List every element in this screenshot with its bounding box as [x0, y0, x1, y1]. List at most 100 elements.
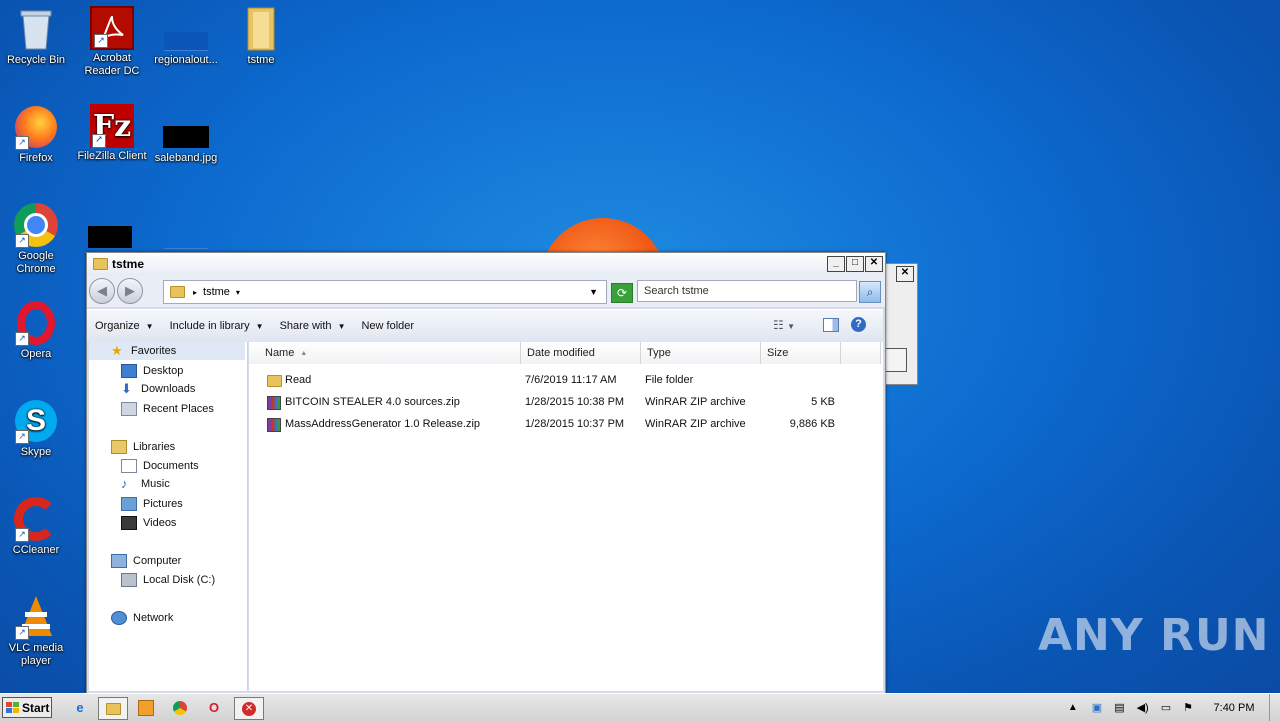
new-folder-button[interactable]: New folder — [353, 320, 422, 332]
share-with-button[interactable]: Share with ▼ — [272, 320, 354, 332]
address-dropdown-icon[interactable]: ▼ — [589, 287, 598, 297]
windows-flag-icon — [6, 702, 19, 713]
nav-label: Recent Places — [143, 403, 214, 415]
new-folder-label: New folder — [361, 320, 415, 332]
media-player-icon[interactable] — [132, 697, 160, 718]
desktop-icon-label: saleband.jpg — [154, 152, 218, 164]
computer-icon — [111, 554, 127, 568]
nav-pictures[interactable]: Pictures — [121, 497, 183, 511]
column-header-type[interactable]: Type — [641, 342, 761, 364]
winrar-zip-icon — [267, 418, 281, 432]
videos-icon — [121, 516, 137, 530]
view-options-icon[interactable]: ☷ ▼ — [773, 318, 795, 332]
volume-icon[interactable]: ◀) — [1137, 701, 1149, 714]
refresh-icon[interactable]: ⟳ — [611, 283, 633, 303]
nav-documents[interactable]: Documents — [121, 459, 199, 473]
file-type: File folder — [645, 374, 694, 386]
shortcut-arrow-icon: ↗ — [15, 234, 29, 248]
column-header-date-modified[interactable]: Date modified — [521, 342, 641, 364]
organize-label: Organize — [95, 320, 140, 332]
desktop-icon-filezilla[interactable]: Fz ↗ FileZilla Client — [76, 104, 148, 163]
desktop-icon-recycle-bin[interactable]: Recycle Bin — [0, 6, 72, 67]
file-type: WinRAR ZIP archive — [645, 396, 746, 408]
nav-downloads[interactable]: ⬇ Downloads — [121, 382, 196, 395]
file-row[interactable]: BITCOIN STEALER 4.0 sources.zip 1/28/201… — [249, 393, 883, 413]
desktop-icon — [121, 364, 137, 378]
nav-recent-places[interactable]: Recent Places — [121, 402, 214, 416]
folder-icon — [93, 258, 108, 270]
file-row[interactable]: Read 7/6/2019 11:17 AM File folder — [249, 371, 883, 391]
chrome-taskbar-icon[interactable] — [166, 697, 194, 718]
window-titlebar[interactable]: tstme _ □ ✕ — [87, 253, 885, 275]
nav-favorites[interactable]: ★ Favorites — [111, 344, 176, 357]
taskbar-clock[interactable]: 7:40 PM — [1199, 702, 1269, 714]
minimize-button[interactable]: _ — [827, 256, 845, 272]
search-input[interactable]: Search tstme — [637, 280, 857, 302]
desktop-icon-acrobat[interactable]: ↗ Acrobat Reader DC — [76, 6, 148, 78]
shortcut-arrow-icon: ↗ — [15, 528, 29, 542]
desktop-icon-regionalout[interactable]: regionalout... — [150, 6, 222, 67]
opera-taskbar-icon[interactable]: O — [200, 697, 228, 718]
nav-local-disk[interactable]: Local Disk (C:) — [121, 573, 215, 587]
dialog-button[interactable] — [885, 348, 907, 372]
forward-button[interactable]: ▶ — [117, 278, 143, 304]
organize-button[interactable]: Organize ▼ — [87, 320, 162, 332]
file-row[interactable]: MassAddressGenerator 1.0 Release.zip 1/2… — [249, 415, 883, 435]
action-center-icon[interactable]: ▣ — [1092, 701, 1102, 714]
column-header-name[interactable]: Name ▲ — [249, 342, 521, 364]
desktop-icon-chrome[interactable]: ↗ Google Chrome — [0, 202, 72, 276]
recent-places-icon — [121, 402, 137, 416]
firefox-icon: ↗ — [13, 104, 59, 150]
desktop-icon-ccleaner[interactable]: ↗ CCleaner — [0, 496, 72, 557]
include-in-library-label: Include in library — [169, 320, 250, 332]
nav-label: Downloads — [141, 383, 196, 395]
address-bar[interactable]: ▸ tstme ▾ ▼ — [163, 280, 607, 304]
nav-videos[interactable]: Videos — [121, 516, 176, 530]
include-in-library-button[interactable]: Include in library ▼ — [162, 320, 272, 332]
power-icon[interactable]: ▭ — [1161, 701, 1171, 714]
preview-pane-icon[interactable] — [823, 318, 839, 332]
nav-music[interactable]: ♪ Music — [121, 476, 170, 491]
documents-icon — [121, 459, 137, 473]
close-icon[interactable]: ✕ — [896, 266, 914, 282]
show-desktop-button[interactable] — [1269, 694, 1280, 721]
close-button[interactable]: ✕ — [865, 256, 883, 272]
column-header-size[interactable]: Size — [761, 342, 841, 364]
nav-network[interactable]: Network — [111, 611, 173, 625]
internet-explorer-icon[interactable]: e — [66, 697, 94, 718]
explorer-taskbar-button[interactable] — [98, 697, 128, 720]
breadcrumb-chevron-icon[interactable]: ▾ — [236, 288, 240, 297]
music-icon: ♪ — [121, 476, 128, 491]
recycle-bin-icon — [13, 6, 59, 52]
nav-desktop[interactable]: Desktop — [121, 364, 183, 378]
nav-label: Desktop — [143, 365, 184, 377]
file-date: 7/6/2019 11:17 AM — [525, 374, 617, 386]
error-app-taskbar-button[interactable]: ✕ — [234, 697, 264, 720]
desktop-icon-firefox[interactable]: ↗ Firefox — [0, 104, 72, 165]
show-hidden-icons-icon[interactable]: ▲ — [1068, 702, 1078, 713]
breadcrumb-tstme[interactable]: tstme — [203, 286, 230, 298]
network-tray-icon[interactable]: ▤ — [1114, 701, 1124, 714]
desktop-icon-label: Recycle Bin — [6, 54, 66, 66]
maximize-button[interactable]: □ — [846, 256, 864, 272]
search-icon[interactable]: ⌕ — [859, 281, 881, 303]
desktop-icon-tstme[interactable]: tstme — [225, 6, 297, 67]
anyrun-watermark: ANY RUN — [1038, 610, 1270, 661]
back-button[interactable]: ◀ — [89, 278, 115, 304]
desktop-icon-vlc[interactable]: ↗ VLC media player — [0, 594, 72, 668]
file-size: 5 KB — [811, 396, 835, 408]
breadcrumb-chevron-icon[interactable]: ▸ — [193, 288, 197, 297]
desktop-icon-opera[interactable]: ↗ Opera — [0, 300, 72, 361]
help-icon[interactable]: ? — [851, 317, 866, 332]
desktop-icon-saleband[interactable]: saleband.jpg — [150, 104, 222, 165]
desktop-icon-label: Skype — [20, 446, 52, 458]
shortcut-arrow-icon: ↗ — [15, 332, 29, 346]
filezilla-icon: Fz ↗ — [90, 104, 134, 148]
flag-icon[interactable]: ⚑ — [1183, 701, 1193, 714]
start-button[interactable]: Start — [2, 697, 52, 718]
nav-computer[interactable]: Computer — [111, 554, 181, 568]
acrobat-icon: ↗ — [90, 6, 134, 50]
nav-libraries[interactable]: Libraries — [111, 440, 175, 454]
desktop-icon-skype[interactable]: S ↗ Skype — [0, 398, 72, 459]
shortcut-arrow-icon: ↗ — [92, 134, 106, 148]
